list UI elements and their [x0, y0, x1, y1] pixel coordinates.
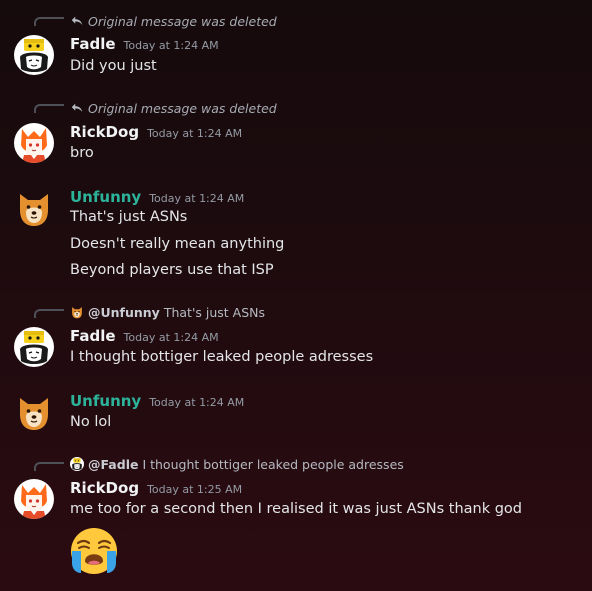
reply-connector	[34, 309, 64, 318]
fadle-avatar[interactable]	[14, 35, 54, 75]
rickdog-avatar[interactable]	[14, 123, 54, 163]
deleted-notice: Original message was deleted	[88, 13, 277, 29]
message-text: me too for a second then I realised it w…	[70, 501, 522, 517]
reply-author[interactable]: @Unfunny	[88, 305, 160, 320]
username[interactable]: Unfunny	[70, 188, 141, 206]
timestamp: Today at 1:24 AM	[147, 127, 243, 140]
unfunny-avatar[interactable]	[14, 188, 54, 228]
fadle-avatar[interactable]	[14, 327, 54, 367]
unfunny-mini-avatar	[70, 305, 84, 319]
message-text: I thought bottiger leaked people adresse…	[70, 349, 374, 365]
timestamp: Today at 1:24 AM	[149, 396, 245, 409]
message-text: No lol	[70, 414, 112, 430]
unfunny-avatar[interactable]	[14, 392, 54, 432]
timestamp: Today at 1:25 AM	[147, 483, 243, 496]
rickdog-avatar[interactable]	[14, 479, 54, 519]
reply-preview[interactable]: Original message was deleted	[70, 99, 277, 117]
message-text: bro	[70, 145, 94, 161]
username[interactable]: Fadle	[70, 327, 116, 345]
username[interactable]: Unfunny	[70, 392, 141, 410]
deleted-notice: Original message was deleted	[88, 100, 277, 116]
timestamp: Today at 1:24 AM	[123, 331, 219, 344]
message-text: Beyond players use that ISP	[70, 262, 274, 278]
reply-connector	[34, 17, 64, 26]
username[interactable]: RickDog	[70, 479, 139, 497]
message-text: Doesn't really mean anything	[70, 236, 285, 252]
loudly-crying-face-icon[interactable]	[68, 525, 120, 577]
reply-arrow-icon	[70, 101, 84, 115]
reply-snippet: I thought bottiger leaked people adresse…	[142, 456, 404, 472]
reply-arrow-icon	[70, 14, 84, 28]
message-text: That's just ASNs	[70, 209, 188, 225]
timestamp: Today at 1:24 AM	[123, 39, 219, 52]
reply-connector	[34, 462, 64, 471]
reply-preview[interactable]: Original message was deleted	[70, 12, 277, 30]
username[interactable]: RickDog	[70, 123, 139, 141]
reply-snippet: That's just ASNs	[163, 304, 266, 320]
reply-author[interactable]: @Fadle	[88, 457, 138, 472]
reply-connector	[34, 104, 64, 113]
reply-preview[interactable]: @Fadle I thought bottiger leaked people …	[70, 455, 404, 473]
timestamp: Today at 1:24 AM	[149, 192, 245, 205]
message-text: Did you just	[70, 58, 157, 74]
reply-preview[interactable]: @Unfunny That's just ASNs	[70, 303, 265, 321]
username[interactable]: Fadle	[70, 35, 116, 53]
fadle-mini-avatar	[70, 457, 84, 471]
